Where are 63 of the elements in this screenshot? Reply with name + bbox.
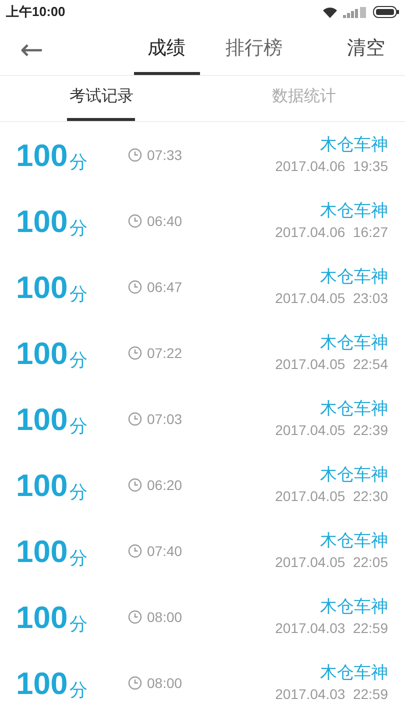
clock-icon <box>128 544 142 558</box>
user-name: 木仓车神 <box>320 398 388 420</box>
record-date: 2017.04.06 19:35 <box>275 157 388 176</box>
score-unit: 分 <box>70 152 88 170</box>
user-name: 木仓车神 <box>320 266 388 288</box>
clock-icon <box>128 214 142 228</box>
duration: 07:03 <box>147 410 182 428</box>
clear-button[interactable]: 清空 <box>347 35 385 64</box>
clock-icon <box>128 346 142 360</box>
header-tab[interactable]: 排行榜 <box>222 24 287 75</box>
duration: 06:47 <box>147 278 182 296</box>
clock-icon <box>128 676 142 690</box>
record-date: 2017.04.05 22:05 <box>275 553 388 572</box>
wifi-icon <box>323 6 337 18</box>
clock-icon <box>128 478 142 492</box>
user-name: 木仓车神 <box>320 134 388 156</box>
status-time: 上午10:00 <box>6 3 66 22</box>
score-unit: 分 <box>70 218 88 236</box>
score: 100 <box>16 602 68 632</box>
duration: 08:00 <box>147 608 182 626</box>
record-date: 2017.04.05 22:54 <box>275 355 388 374</box>
score-unit: 分 <box>70 416 88 434</box>
user-name: 木仓车神 <box>320 332 388 354</box>
score-unit: 分 <box>70 284 88 302</box>
user-name: 木仓车神 <box>320 530 388 552</box>
record-date: 2017.04.05 22:39 <box>275 421 388 440</box>
score-unit: 分 <box>70 482 88 500</box>
clock-icon <box>128 148 142 162</box>
clock-icon <box>128 412 142 426</box>
user-name: 木仓车神 <box>320 662 388 684</box>
signal-icon <box>343 6 367 18</box>
record-date: 2017.04.05 23:03 <box>275 289 388 308</box>
score: 100 <box>16 470 68 500</box>
score: 100 <box>16 338 68 368</box>
user-name: 木仓车神 <box>320 596 388 618</box>
back-button[interactable]: ← <box>20 36 44 64</box>
user-name: 木仓车神 <box>320 200 388 222</box>
score-unit: 分 <box>70 350 88 368</box>
record-date: 2017.04.03 22:59 <box>275 619 388 638</box>
sub-tab[interactable]: 考试记录 <box>67 76 136 121</box>
user-name: 木仓车神 <box>320 464 388 486</box>
score-unit: 分 <box>70 680 88 698</box>
duration: 08:00 <box>147 674 182 692</box>
duration: 06:20 <box>147 476 182 494</box>
score: 100 <box>16 536 68 566</box>
record-date: 2017.04.03 22:59 <box>275 685 388 704</box>
record-date: 2017.04.06 16:27 <box>275 223 388 242</box>
record-date: 2017.04.05 22:30 <box>275 487 388 506</box>
duration: 07:40 <box>147 542 182 560</box>
duration: 07:22 <box>147 344 182 362</box>
clock-icon <box>128 610 142 624</box>
score-unit: 分 <box>70 548 88 566</box>
score-unit: 分 <box>70 614 88 632</box>
duration: 07:33 <box>147 146 182 164</box>
score: 100 <box>16 140 68 170</box>
score: 100 <box>16 404 68 434</box>
header-tab[interactable]: 成绩 <box>134 24 200 75</box>
clock-icon <box>128 280 142 294</box>
duration: 06:40 <box>147 212 182 230</box>
score: 100 <box>16 272 68 302</box>
score: 100 <box>16 206 68 236</box>
score: 100 <box>16 668 68 698</box>
battery-icon <box>373 6 399 18</box>
